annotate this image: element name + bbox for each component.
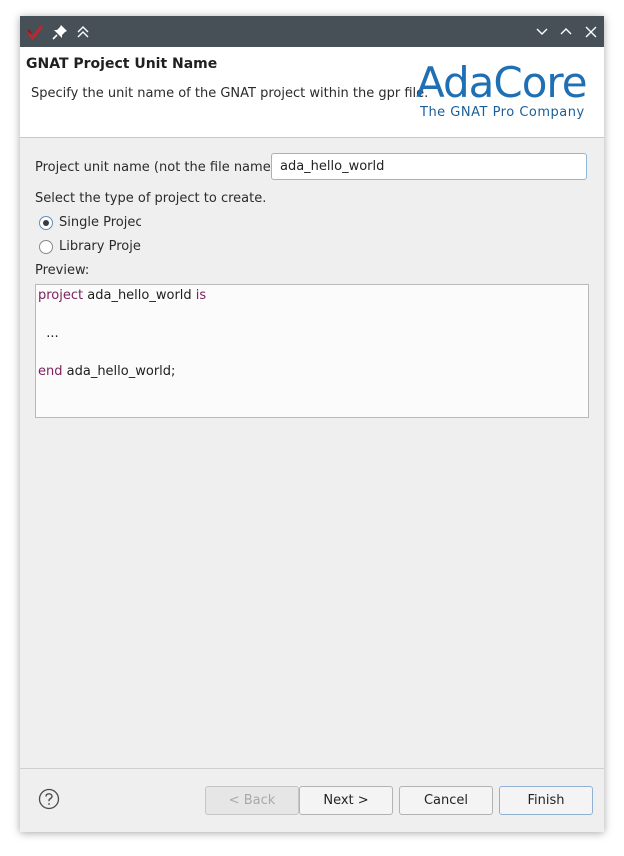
keyword-project: project [38, 288, 84, 303]
project-preview: project ada_hello_world is ... end ada_h… [35, 284, 589, 418]
pin-icon[interactable] [51, 23, 69, 41]
back-button[interactable]: < Back [205, 786, 299, 815]
library-project-option[interactable]: Library Project [39, 239, 149, 258]
keyword-is: is [195, 288, 207, 303]
new-project-wizard-window: GNAT Project Unit Name Specify the unit … [20, 16, 604, 832]
close-icon[interactable] [582, 23, 600, 41]
preview-line-end: end ada_hello_world; [38, 364, 175, 379]
double-chevron-up-icon[interactable] [74, 23, 92, 41]
title-bar [20, 16, 604, 47]
keyword-end: end [38, 364, 63, 379]
adacore-logo: AdaCore The GNAT Pro Company [416, 59, 592, 127]
preview-line-project: project ada_hello_world is [38, 288, 206, 303]
page-description: Specify the unit name of the GNAT projec… [31, 86, 429, 101]
chevron-up-icon[interactable] [557, 23, 575, 41]
library-project-radio[interactable] [39, 240, 53, 254]
unit-name-input[interactable] [271, 153, 587, 180]
logo-tagline: The GNAT Pro Company [420, 105, 585, 120]
unit-name-label: Project unit name (not the file name): [35, 160, 281, 175]
library-project-label[interactable]: Library Project [59, 239, 141, 254]
eclipse-gnat-icon[interactable] [26, 23, 44, 41]
next-button[interactable]: Next > [299, 786, 393, 815]
single-project-radio[interactable] [39, 216, 53, 230]
cancel-button[interactable]: Cancel [399, 786, 493, 815]
preview-line-body: ... [38, 326, 59, 341]
wizard-content: Project unit name (not the file name): S… [20, 138, 604, 768]
chevron-down-icon[interactable] [533, 23, 551, 41]
end-name: ada_hello_world; [62, 364, 176, 379]
single-project-label[interactable]: Single Project [59, 215, 141, 230]
wizard-banner: GNAT Project Unit Name Specify the unit … [20, 47, 604, 138]
finish-button[interactable]: Finish [499, 786, 593, 815]
project-type-label: Select the type of project to create. [35, 191, 267, 206]
button-bar: < Back Next > Cancel Finish [20, 768, 604, 832]
help-icon[interactable] [38, 788, 60, 810]
page-title: GNAT Project Unit Name [26, 56, 218, 72]
preview-label: Preview: [35, 263, 90, 278]
single-project-option[interactable]: Single Project [39, 215, 149, 234]
logo-wordmark: AdaCore [416, 58, 588, 107]
project-name: ada_hello_world [83, 288, 196, 303]
